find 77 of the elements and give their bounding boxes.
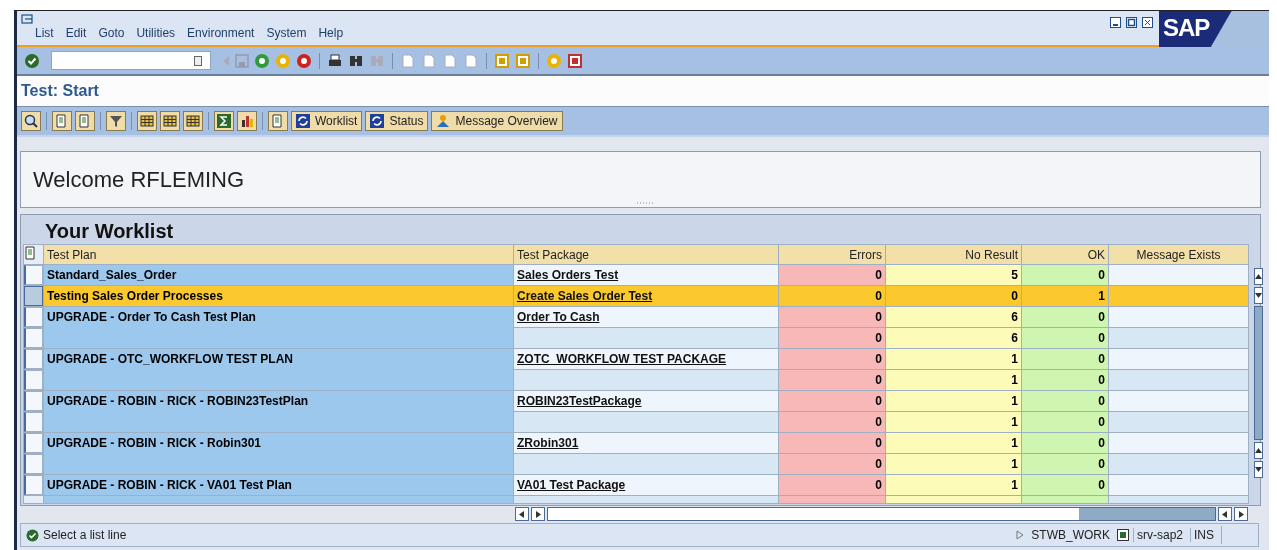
close-icon[interactable] [1142, 17, 1153, 28]
row-selector[interactable] [24, 349, 43, 369]
column-header[interactable]: OK [1021, 244, 1109, 265]
window-icon[interactable] [1116, 529, 1129, 541]
menu-item[interactable]: Edit [65, 26, 87, 40]
grid-icon[interactable] [137, 111, 157, 131]
maximize-icon[interactable] [1126, 17, 1137, 28]
menu-item[interactable]: Goto [98, 26, 125, 40]
row-selector[interactable] [24, 412, 43, 432]
column-header[interactable]: Errors [778, 244, 886, 265]
right-arrow-icon[interactable] [535, 510, 541, 518]
menu-item[interactable]: List [35, 26, 54, 40]
menu-item[interactable]: Environment [187, 26, 255, 40]
check-icon [26, 528, 39, 542]
left-arrow-icon[interactable] [1222, 510, 1228, 518]
filter-icon[interactable] [106, 111, 126, 131]
panel-title: Your Worklist [44, 219, 174, 244]
row-selector[interactable] [24, 265, 43, 285]
column-header[interactable]: Message Exists [1108, 244, 1249, 265]
left-arrow-icon[interactable] [519, 510, 525, 518]
row-selector[interactable] [24, 475, 43, 495]
magnifier-icon[interactable] [21, 111, 41, 131]
toolbar-button[interactable]: Worklist [291, 111, 363, 131]
mode-field: INS [1190, 528, 1217, 542]
package-link[interactable]: Order To Cash [517, 310, 600, 324]
status-message: Select a list line [21, 528, 1017, 542]
logo: SAP [1159, 11, 1269, 47]
person-icon [436, 114, 451, 128]
right-arrow-icon[interactable] [1238, 510, 1244, 518]
table-cell: UPGRADE - Order To Cash Test Plan [43, 306, 514, 349]
refresh-icon [370, 114, 385, 128]
system-menu-icon[interactable] [21, 14, 33, 24]
column-header[interactable]: Test Package [513, 244, 779, 265]
row-selector[interactable] [24, 307, 43, 327]
row-selector[interactable] [24, 286, 43, 306]
document-icon[interactable] [52, 111, 72, 131]
menu-item[interactable]: Help [318, 26, 344, 40]
triangle-icon[interactable] [1016, 530, 1025, 540]
resize-handle-icon[interactable] [636, 202, 656, 205]
row-selector[interactable] [24, 328, 43, 348]
table-cell: UPGRADE - OTC_WORKFLOW TEST PLAN [43, 348, 514, 391]
cancel-icon[interactable] [296, 52, 312, 69]
minimize-icon[interactable] [1110, 17, 1121, 28]
dropdown-icon[interactable] [194, 55, 202, 66]
table-cell: UPGRADE - ROBIN - RICK - Robin301 [43, 432, 514, 475]
horizontal-scrollbar[interactable] [515, 507, 1248, 521]
grid-icon[interactable] [160, 111, 180, 131]
check-icon[interactable] [24, 52, 40, 69]
down-arrow-icon[interactable] [1255, 293, 1262, 298]
bar-chart-icon[interactable] [237, 111, 257, 131]
table-cell: UPGRADE - ROBIN - RICK - VA01 Test Plan [43, 474, 514, 496]
server-field: srv-sap2 [1132, 528, 1186, 542]
menu-item[interactable]: System [266, 26, 307, 40]
table-cell: Standard_Sales_Order [43, 264, 514, 286]
sigma-icon[interactable] [214, 111, 234, 131]
refresh-icon [296, 114, 310, 128]
column-header[interactable]: No Result [885, 244, 1022, 265]
down-arrow-icon[interactable] [1255, 467, 1262, 472]
row-selector[interactable] [24, 454, 43, 474]
row-selector[interactable] [24, 433, 43, 453]
grid-icon[interactable] [183, 111, 203, 131]
welcome-text: Welcome RFLEMING [33, 166, 245, 193]
printer-icon[interactable] [327, 52, 343, 69]
document-icon[interactable] [75, 111, 95, 131]
toolbar-button[interactable]: Status [365, 111, 429, 131]
menu-item[interactable]: Utilities [136, 26, 176, 40]
command-field[interactable] [51, 51, 211, 70]
transaction-field: STWB_WORK [1028, 528, 1113, 542]
table-cell: UPGRADE - ROBIN - RICK - ROBIN23TestPlan [43, 390, 514, 433]
documents-icon[interactable] [268, 111, 288, 131]
package-link[interactable]: ZRobin301 [517, 436, 579, 450]
table-cell: Testing Sales Order Processes [43, 285, 514, 307]
screen-title: Test: Start [21, 82, 99, 100]
toolbar-button[interactable]: Message Overview [431, 111, 563, 131]
row-selector[interactable] [24, 370, 43, 390]
row-selector[interactable] [24, 391, 43, 411]
column-header[interactable]: Test Plan [43, 244, 514, 265]
